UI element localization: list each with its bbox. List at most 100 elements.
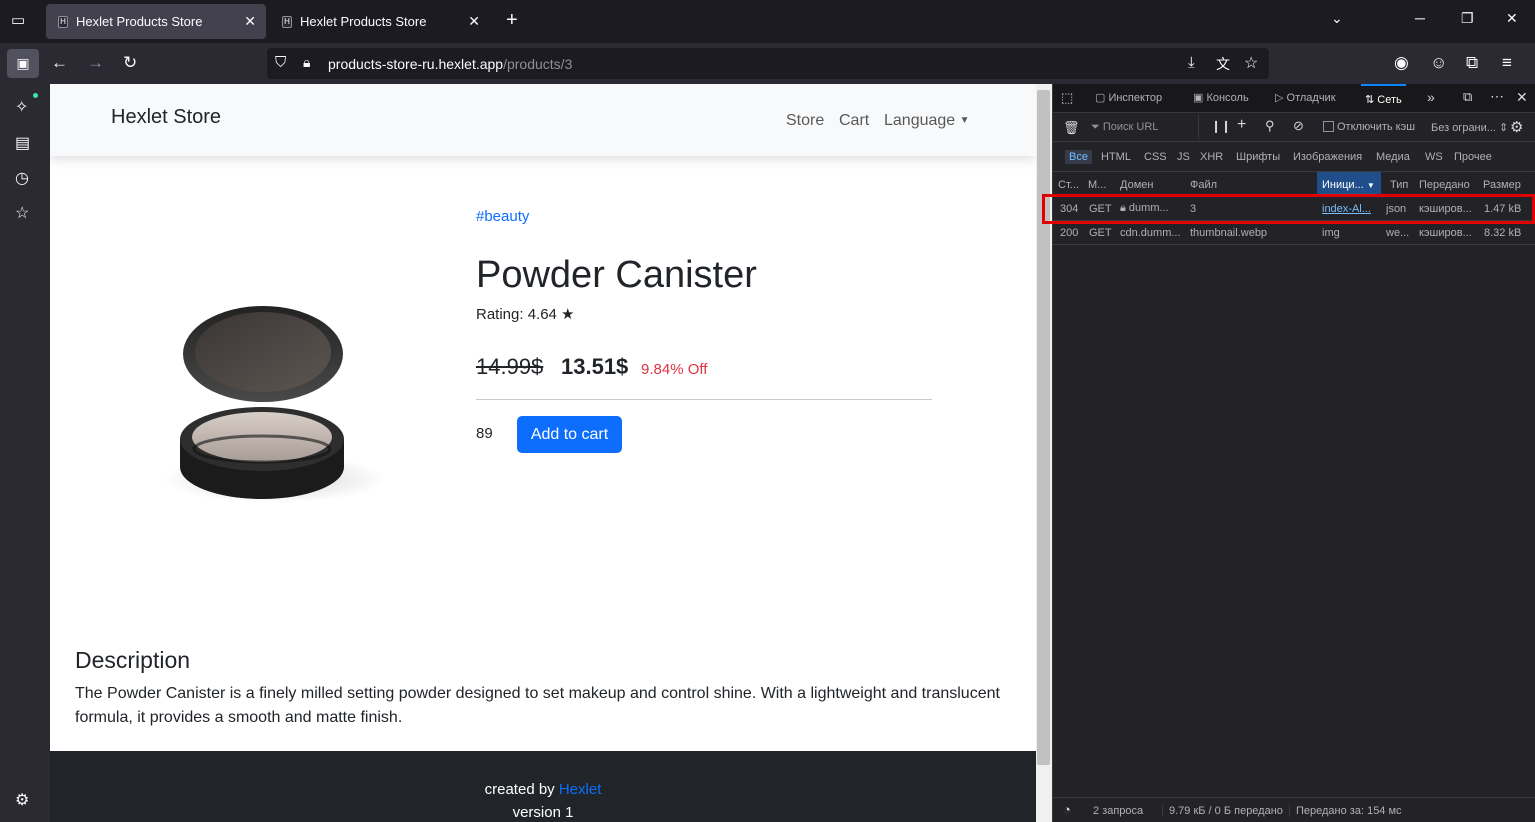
network-settings-gear-icon[interactable]: ⚙ [1510,118,1523,136]
row-size: 8.32 kB [1484,227,1522,239]
col-domain[interactable]: Домен [1120,179,1153,191]
url-text[interactable]: products-store-ru.hexlet.app/products/3 [328,56,572,72]
filter-html[interactable]: HTML [1101,151,1131,163]
add-icon[interactable]: + [1237,116,1246,134]
footer-hexlet-link[interactable]: Hexlet [559,781,602,798]
add-to-cart-button[interactable]: Add to cart [517,416,622,453]
close-tab-icon[interactable]: ✕ [244,13,256,30]
col-type[interactable]: Тип [1390,179,1408,191]
filter-other[interactable]: Прочее [1454,151,1492,163]
performance-timer-icon[interactable]: ◔ [1063,802,1071,817]
filter-js[interactable]: JS [1177,151,1190,163]
col-transferred[interactable]: Передано [1419,179,1470,191]
status-requests: 2 запроса [1093,805,1144,817]
nav-language-dropdown[interactable]: Language ▼ [884,112,970,130]
tab-title: Hexlet Products Store [300,14,427,29]
col-file[interactable]: Файл [1190,179,1217,191]
filter-css[interactable]: CSS [1144,151,1167,163]
block-icon[interactable]: ⊘ [1293,118,1304,134]
element-picker-icon[interactable]: ⬚ [1061,90,1073,106]
nav-store-link[interactable]: Store [786,112,824,130]
sidebar: ✧ ▤ ◷ ☆ ⚙ [0,84,50,822]
filter-fonts[interactable]: Шрифты [1236,151,1280,163]
tab-debugger[interactable]: ▷ Отладчик [1275,91,1336,104]
more-tabs-chevron-icon[interactable]: » [1427,89,1435,105]
bookmark-star-icon[interactable]: ☆ [1244,53,1258,73]
col-status[interactable]: Ст... [1058,179,1079,191]
row-transferred: кэширов... [1419,227,1472,239]
tab-active[interactable]: H Hexlet Products Store ✕ [46,4,266,39]
nav-cart-link[interactable]: Cart [839,112,869,130]
lock-icon[interactable]: 🔒︎ [303,54,310,71]
row-status: 200 [1060,227,1079,239]
devtools-menu-icon[interactable]: ⋯ [1490,88,1504,105]
devtools-close-icon[interactable]: ✕ [1516,89,1528,106]
search-icon[interactable]: ⚲ [1265,118,1275,134]
site-brand[interactable]: Hexlet Store [111,106,221,129]
highlight-box [1042,194,1535,224]
hexlet-favicon-icon: H [58,15,68,28]
extensions-icon[interactable]: ⧉ [1466,53,1478,73]
filter-media[interactable]: Медиа [1376,151,1410,163]
table-row[interactable]: 200 GET cdn.dumm... thumbnail.webp img w… [1053,221,1535,245]
reload-icon[interactable]: ↻ [123,53,137,73]
tab-network[interactable]: ⇅ Сеть [1361,84,1406,113]
page-scrollbar-thumb[interactable] [1037,90,1050,765]
tab-console[interactable]: ▣ Консоль [1193,91,1249,104]
row-type: we... [1386,227,1410,239]
history-icon[interactable]: ◷ [15,168,29,188]
close-tab-icon[interactable]: ✕ [468,13,480,30]
settings-gear-icon[interactable]: ⚙ [15,790,29,810]
new-tab-icon[interactable]: + [506,10,518,30]
filter-xhr[interactable]: XHR [1200,151,1223,163]
row-domain: cdn.dumm... [1120,227,1181,239]
col-size[interactable]: Размер [1483,179,1521,191]
network-arrows-icon: ⇅ [1365,94,1378,106]
divider [476,399,932,400]
menu-icon[interactable]: ≡ [1502,53,1512,73]
account-icon[interactable]: ☺ [1430,53,1447,73]
sidebar-toggle-icon[interactable]: ▣ [7,49,39,78]
description-text: The Powder Canister is a finely milled s… [75,685,1000,726]
tab-strip: ▭ H Hexlet Products Store ✕ H Hexlet Pro… [0,0,1535,43]
tab-list-icon[interactable]: ▭ [11,11,25,29]
pause-icon[interactable]: ❙❙ [1211,119,1231,133]
col-method[interactable]: М... [1088,179,1106,191]
maximize-icon[interactable]: ❐ [1461,10,1474,27]
tab-inactive[interactable]: H Hexlet Products Store ✕ [270,4,490,39]
shield-icon[interactable]: ⛉ [275,54,286,71]
ai-sparkle-icon[interactable]: ✧ [15,97,28,117]
back-arrow-icon[interactable]: ← [51,53,68,73]
site-footer: created by Hexlet version 1 [50,751,1036,822]
discount-badge: 9.84% Off [641,361,708,378]
download-icon[interactable]: ⤓ [1188,54,1195,71]
disable-cache-checkbox[interactable]: Отключить кэш [1323,121,1415,133]
translate-icon[interactable]: 文 [1216,54,1230,74]
web-page: Hexlet Store Store Cart Language ▼ #beau… [50,84,1036,822]
close-window-icon[interactable]: ✕ [1506,10,1518,27]
filter-ws[interactable]: WS [1425,151,1443,163]
clear-trash-icon[interactable]: 🗑︎ [1063,120,1080,136]
footer-version: version 1 [512,804,574,821]
minimize-icon[interactable]: ─ [1415,10,1425,26]
forward-arrow-icon[interactable]: → [87,53,104,73]
status-transferred: 9.79 кБ / 0 Б передано [1162,805,1283,817]
bookmarks-star-icon[interactable]: ☆ [15,203,29,223]
camera-icon[interactable]: ◉ [1394,53,1409,73]
url-filter-input[interactable]: ⏷ Поиск URL [1091,115,1199,139]
sort-desc-icon: ▼ [1366,181,1375,190]
tab-overflow-chevron-icon[interactable]: ⌄ [1331,10,1343,27]
caret-down-icon: ▼ [959,115,970,126]
url-bar[interactable]: ⛉ 🔒︎ products-store-ru.hexlet.app/produc… [267,48,1269,79]
row-initiator: img [1322,227,1340,239]
product-tag-link[interactable]: #beauty [476,208,529,225]
row-file: thumbnail.webp [1190,227,1268,239]
tab-inspector[interactable]: ▢ Инспектор [1095,91,1162,104]
filter-images[interactable]: Изображения [1293,151,1362,163]
filter-all[interactable]: Все [1065,150,1092,164]
synced-tabs-icon[interactable]: ▤ [15,133,30,153]
col-initiator[interactable]: Иници... ▼ [1317,172,1381,196]
dock-icon[interactable]: ⧉ [1463,89,1472,105]
throttle-select[interactable]: Без ограни... ⇕ [1431,121,1508,134]
tab-title: Hexlet Products Store [76,14,203,29]
